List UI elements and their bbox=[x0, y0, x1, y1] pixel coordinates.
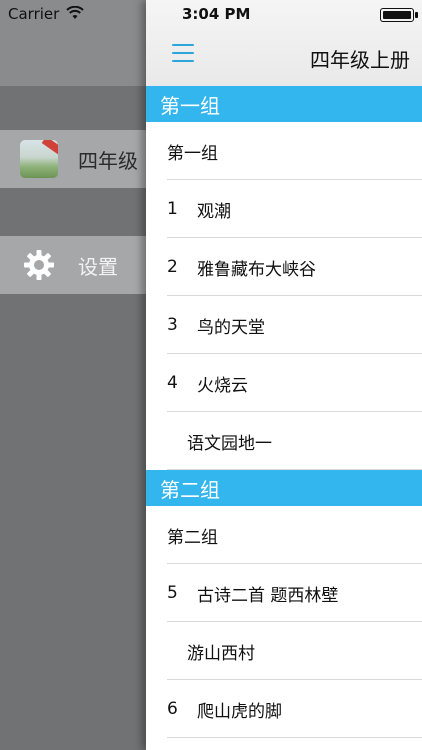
drawer-item-settings[interactable]: 设置 bbox=[0, 236, 146, 294]
list-item[interactable]: 5 古诗二首 题西林壁 bbox=[146, 564, 422, 622]
lesson-title: 第二组 bbox=[167, 527, 218, 548]
carrier-label: Carrier bbox=[8, 5, 60, 23]
list-item[interactable]: 第一组 bbox=[146, 122, 422, 180]
drawer-item-book-label: 四年级 bbox=[78, 148, 138, 173]
list-item[interactable]: 第二组 bbox=[146, 506, 422, 564]
list-item[interactable]: 1 观潮 bbox=[146, 180, 422, 238]
list-item[interactable]: 游山西村 bbox=[146, 622, 422, 680]
drawer-item-settings-label: 设置 bbox=[78, 254, 118, 279]
section-header: 第一组 bbox=[146, 86, 422, 122]
lesson-number: 6 bbox=[167, 699, 178, 719]
lesson-title: 爬山虎的脚 bbox=[197, 701, 282, 722]
lesson-title: 古诗二首 题西林壁 bbox=[197, 585, 339, 606]
book-cover-thumbnail bbox=[20, 140, 58, 178]
lesson-number: 2 bbox=[167, 257, 178, 277]
clock: 3:04 PM bbox=[182, 5, 251, 23]
lesson-title: 火烧云 bbox=[197, 375, 248, 396]
lesson-title: 游山西村 bbox=[187, 643, 255, 664]
list-item[interactable]: 3 鸟的天堂 bbox=[146, 296, 422, 354]
lesson-title: 雅鲁藏布大峡谷 bbox=[197, 259, 316, 280]
gear-icon bbox=[24, 250, 54, 280]
list-item[interactable]: 6 爬山虎的脚 bbox=[146, 680, 422, 738]
lesson-title: 观潮 bbox=[197, 201, 231, 222]
page-title: 四年级上册 bbox=[310, 48, 410, 72]
battery-icon bbox=[380, 8, 418, 22]
lesson-number: 4 bbox=[167, 373, 178, 393]
drawer-item-book[interactable]: 四年级 bbox=[0, 130, 146, 188]
section-header: 第二组 bbox=[146, 470, 422, 506]
lesson-number: 3 bbox=[167, 315, 178, 335]
lesson-number: 1 bbox=[167, 199, 178, 219]
menu-icon[interactable] bbox=[172, 44, 194, 62]
lesson-number: 5 bbox=[167, 583, 178, 603]
list-item[interactable]: 语文园地一 bbox=[146, 412, 422, 470]
list-item[interactable]: 4 火烧云 bbox=[146, 354, 422, 412]
status-bar: Carrier 3:04 PM bbox=[0, 0, 422, 28]
lesson-title: 第一组 bbox=[167, 143, 218, 164]
chapter-list-panel: 四年级上册 第一组 第一组 1 观潮 2 雅鲁藏布大峡谷 3 鸟的天堂 4 火烧云 语文园地一 第二组… bbox=[146, 0, 422, 750]
lesson-title: 鸟的天堂 bbox=[197, 317, 265, 338]
side-drawer: 四年级 设置 bbox=[0, 0, 146, 750]
lesson-title: 语文园地一 bbox=[187, 433, 272, 454]
list-item[interactable]: 2 雅鲁藏布大峡谷 bbox=[146, 238, 422, 296]
wifi-icon bbox=[66, 6, 84, 19]
